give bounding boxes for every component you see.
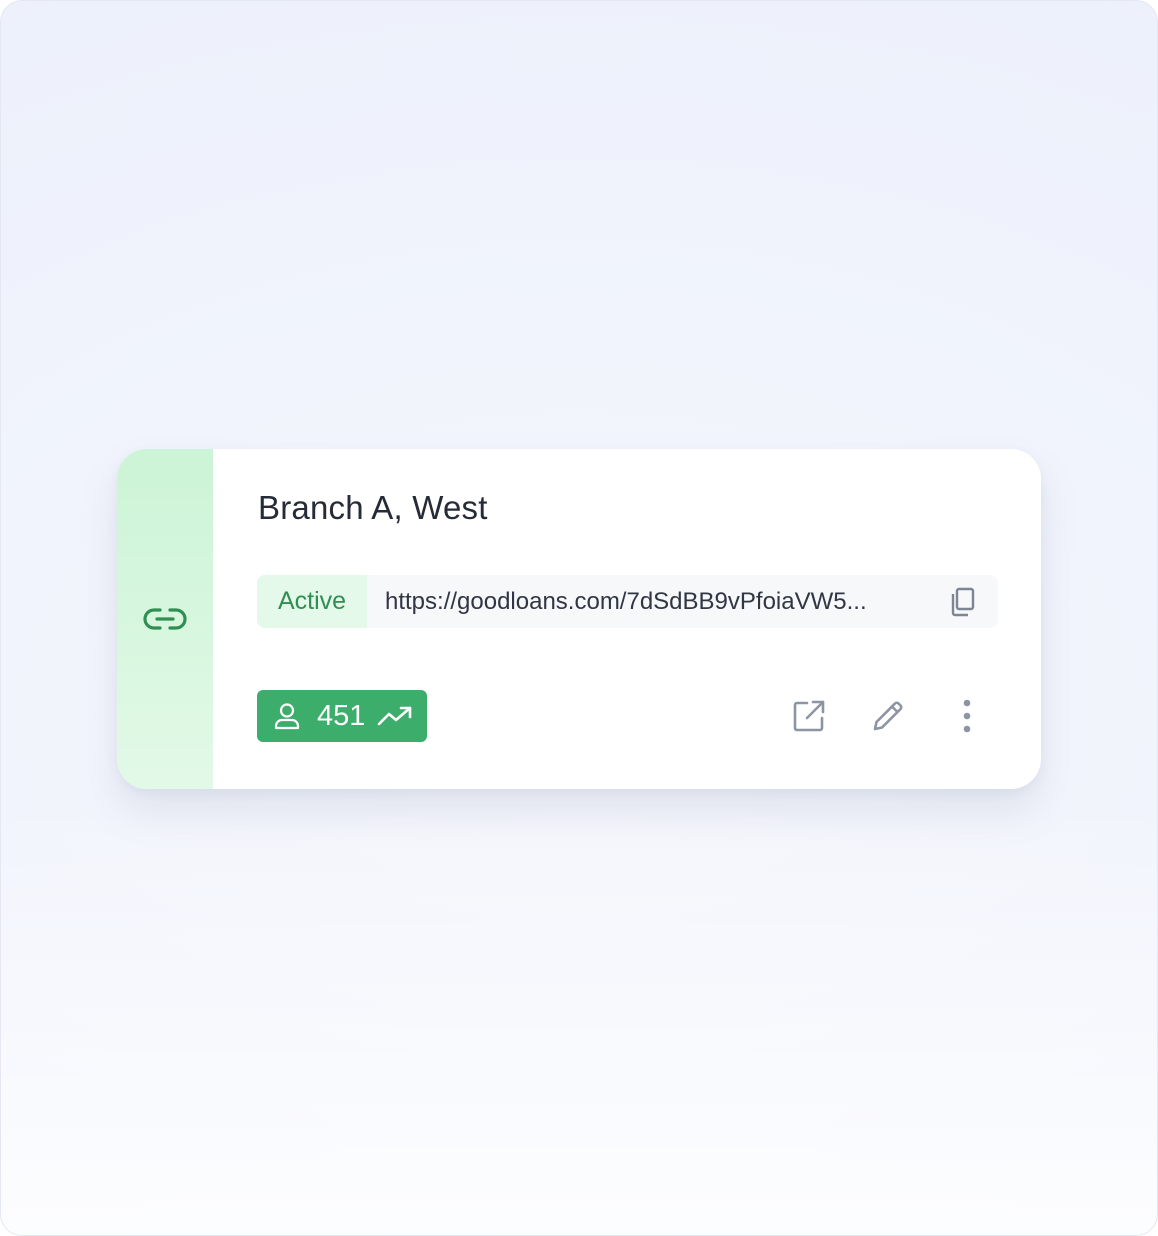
edit-button[interactable] — [870, 698, 906, 734]
page-background: Branch A, West Active https://goodloans.… — [0, 0, 1158, 1236]
link-icon — [143, 608, 187, 630]
card-title: Branch A, West — [258, 489, 488, 526]
external-link-icon — [793, 700, 825, 732]
trending-up-icon — [378, 706, 412, 726]
link-url[interactable]: https://goodloans.com/7dSdBB9vPfoiaVW5..… — [385, 588, 933, 616]
link-url-row: Active https://goodloans.com/7dSdBB9vPfo… — [257, 575, 998, 628]
copy-icon — [951, 587, 975, 617]
visitor-count: 451 — [317, 699, 366, 732]
card-side-strip — [117, 449, 213, 789]
open-link-button[interactable] — [791, 698, 827, 734]
more-vertical-icon — [963, 699, 971, 733]
link-card: Branch A, West Active https://goodloans.… — [117, 449, 1041, 789]
user-icon — [274, 703, 300, 730]
more-options-button[interactable] — [949, 698, 985, 734]
status-badge: Active — [257, 575, 367, 628]
pencil-icon — [873, 701, 903, 731]
visitor-count-badge[interactable]: 451 — [257, 690, 427, 742]
copy-button[interactable] — [948, 587, 976, 617]
